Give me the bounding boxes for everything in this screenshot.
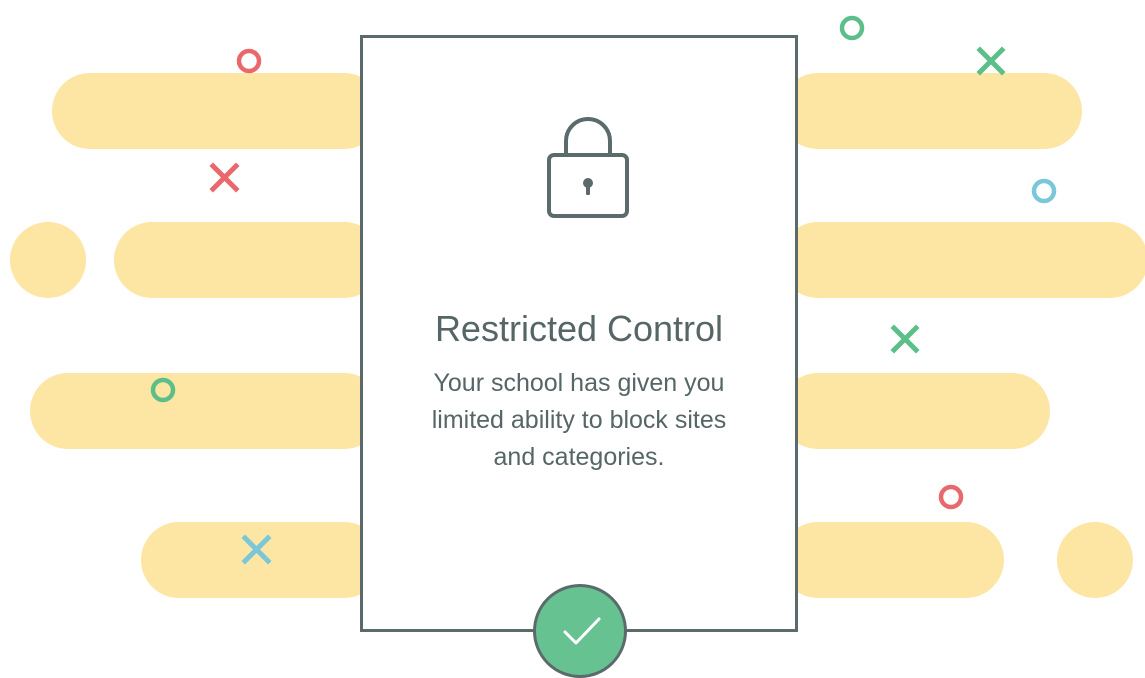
- lock-icon: [547, 117, 629, 218]
- ring-decoration: [1031, 178, 1057, 204]
- pill: [114, 222, 382, 298]
- pill: [780, 73, 1082, 149]
- pill: [780, 373, 1050, 449]
- cross-decoration: [976, 46, 1006, 76]
- dot: [10, 222, 86, 298]
- pill: [780, 522, 1004, 598]
- notch: [150, 149, 342, 222]
- notch: [150, 449, 338, 522]
- ring-decoration: [236, 48, 262, 74]
- restricted-control-card: Restricted Control Your school has given…: [360, 35, 798, 632]
- notch: [814, 298, 1014, 373]
- notch: [150, 298, 342, 373]
- notch: [814, 149, 1014, 222]
- confirm-button[interactable]: [533, 584, 627, 678]
- notch: [806, 449, 1006, 522]
- pill: [141, 522, 382, 598]
- pill: [780, 222, 1145, 298]
- dialog-title: Restricted Control: [434, 308, 724, 349]
- pill: [52, 73, 382, 149]
- checkmark-icon: [563, 617, 601, 645]
- dot: [1057, 522, 1133, 598]
- dialog-message: Your school has given you limited abilit…: [431, 369, 727, 471]
- pill: [30, 373, 382, 449]
- ring-decoration: [839, 15, 865, 41]
- left-notch-group: [150, 149, 342, 522]
